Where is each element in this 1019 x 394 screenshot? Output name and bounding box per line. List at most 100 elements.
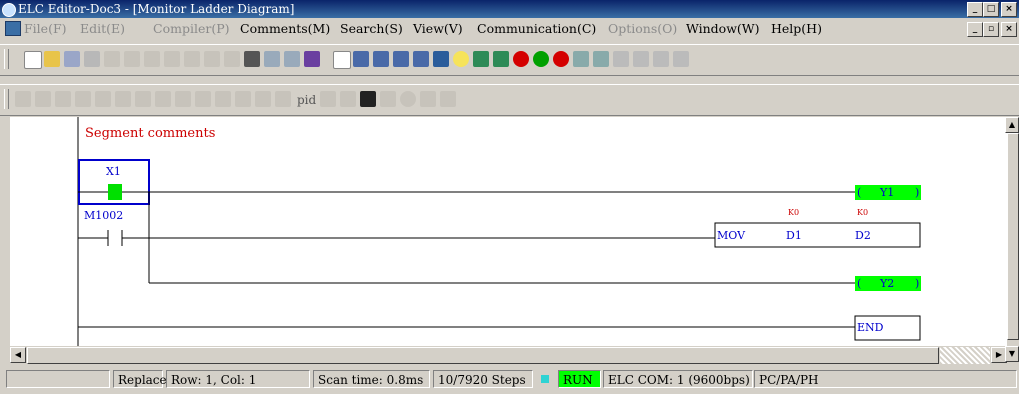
f7-coil-icon[interactable] xyxy=(135,91,151,107)
clipboard-icon[interactable] xyxy=(224,51,240,67)
waveform-icon[interactable] xyxy=(340,91,356,107)
doc-close-button[interactable]: × xyxy=(1001,22,1017,37)
mov-instruction-box[interactable] xyxy=(714,222,921,248)
find-icon[interactable] xyxy=(244,51,260,67)
chart-icon[interactable] xyxy=(420,91,436,107)
save-icon[interactable] xyxy=(64,51,80,67)
toolbar-grip[interactable] xyxy=(4,49,9,69)
block-icon[interactable] xyxy=(360,91,376,107)
model-status: PC/PA/PH xyxy=(754,370,1017,388)
force-icon[interactable] xyxy=(653,51,669,67)
menu-options[interactable]: Options(O) xyxy=(608,21,677,36)
settings-icon[interactable] xyxy=(673,51,689,67)
doc-minimize-button[interactable]: _ xyxy=(967,22,983,37)
sfc-mode-icon[interactable] xyxy=(393,51,409,67)
label-icon[interactable] xyxy=(275,91,291,107)
ladder-toolbar: pid xyxy=(0,84,1019,116)
monitor-stop-icon[interactable] xyxy=(593,51,609,67)
y1-close-paren: ) xyxy=(915,186,919,199)
segment-comment: Segment comments xyxy=(85,126,215,141)
download-icon[interactable] xyxy=(493,51,509,67)
x1-contact[interactable] xyxy=(108,184,122,200)
status-empty-panel xyxy=(6,370,110,388)
scroll-down-icon[interactable]: ▼ xyxy=(1005,346,1019,362)
zoom-out-icon[interactable] xyxy=(284,51,300,67)
run-icon[interactable] xyxy=(533,51,549,67)
cycle-icon[interactable] xyxy=(400,91,416,107)
instruction-mode-icon[interactable] xyxy=(373,51,389,67)
menu-view[interactable]: View(V) xyxy=(413,21,463,36)
undo-icon[interactable] xyxy=(104,51,120,67)
open-icon[interactable] xyxy=(44,51,60,67)
window-title: ELC Editor-Doc3 - [Monitor Ladder Diagra… xyxy=(18,2,295,16)
doc-restore-button[interactable]: ▫ xyxy=(983,22,999,37)
steps-status: 10/7920 Steps xyxy=(433,370,533,388)
menu-help[interactable]: Help(H) xyxy=(771,21,822,36)
pid-button[interactable]: pid xyxy=(297,93,316,107)
f8-line-icon[interactable] xyxy=(155,91,171,107)
document-icon[interactable] xyxy=(5,21,21,36)
percent-icon[interactable] xyxy=(380,91,396,107)
ladder-mode-icon[interactable] xyxy=(353,51,369,67)
new-icon[interactable] xyxy=(24,51,42,69)
f12-icon[interactable] xyxy=(235,91,251,107)
print-icon[interactable] xyxy=(84,51,100,67)
vertical-scroll-thumb[interactable] xyxy=(1007,133,1019,340)
f10-icon[interactable] xyxy=(195,91,211,107)
device-monitor-icon[interactable] xyxy=(413,51,429,67)
menu-file[interactable]: File(F) xyxy=(24,21,67,36)
f4-contact-icon[interactable] xyxy=(75,91,91,107)
contact-icon[interactable] xyxy=(613,51,629,67)
f11-icon[interactable] xyxy=(215,91,231,107)
menu-edit[interactable]: Edit(E) xyxy=(80,21,125,36)
f9-line-icon[interactable] xyxy=(175,91,191,107)
menu-window[interactable]: Window(W) xyxy=(686,21,760,36)
x1-label: X1 xyxy=(106,165,121,178)
mov-label: MOV xyxy=(717,229,746,242)
constant-icon[interactable] xyxy=(320,91,336,107)
ladder-diagram-canvas[interactable]: Segment comments X1 ( Y1 ) M1002 K0 K0 M… xyxy=(10,117,1007,346)
io-icon[interactable] xyxy=(333,51,351,69)
f2-contact-icon[interactable] xyxy=(35,91,51,107)
io-config-icon[interactable] xyxy=(440,91,456,107)
f5-contact-icon[interactable] xyxy=(95,91,111,107)
maximize-button[interactable]: □ xyxy=(983,2,999,17)
delete-icon[interactable] xyxy=(144,51,160,67)
menu-search[interactable]: Search(S) xyxy=(340,21,403,36)
vertical-scrollbar[interactable]: ▲ ▼ xyxy=(1005,117,1019,364)
title-bar: ELC Editor-Doc3 - [Monitor Ladder Diagra… xyxy=(0,0,1019,18)
stop-icon[interactable] xyxy=(553,51,569,67)
cod-icon[interactable] xyxy=(255,91,271,107)
scroll-left-icon[interactable]: ◀ xyxy=(10,347,26,363)
status-bar: Replace Row: 1, Col: 1 Scan time: 0.8ms … xyxy=(0,366,1019,394)
horizontal-scroll-thumb[interactable] xyxy=(27,347,939,364)
horizontal-scrollbar[interactable]: ◀ ▶ xyxy=(10,346,1007,364)
f1-contact-icon[interactable] xyxy=(15,91,31,107)
monitor-start-icon[interactable] xyxy=(573,51,589,67)
cut-icon[interactable] xyxy=(164,51,180,67)
table-icon[interactable] xyxy=(433,51,449,67)
menu-communication[interactable]: Communication(C) xyxy=(477,21,596,36)
book-icon[interactable] xyxy=(304,51,320,67)
paste-icon[interactable] xyxy=(204,51,220,67)
run-status-badge: RUN xyxy=(558,370,601,388)
comment-icon[interactable] xyxy=(453,51,469,67)
close-button[interactable]: × xyxy=(1001,2,1017,17)
m1002-label: M1002 xyxy=(84,209,123,222)
minimize-button[interactable]: _ xyxy=(967,2,983,17)
redo-icon[interactable] xyxy=(124,51,140,67)
f3-contact-icon[interactable] xyxy=(55,91,71,107)
upload-icon[interactable] xyxy=(473,51,489,67)
toolbar-grip-2[interactable] xyxy=(4,89,9,109)
y1-label: Y1 xyxy=(879,186,894,199)
copy-icon[interactable] xyxy=(184,51,200,67)
f6-contact-icon[interactable] xyxy=(115,91,131,107)
zoom-in-icon[interactable] xyxy=(264,51,280,67)
menu-comments[interactable]: Comments(M) xyxy=(240,21,330,36)
online-icon[interactable] xyxy=(513,51,529,67)
cursor-position-status: Row: 1, Col: 1 xyxy=(166,370,310,388)
horizontal-scroll-track[interactable] xyxy=(940,347,990,364)
coil-icon[interactable] xyxy=(633,51,649,67)
scroll-up-icon[interactable]: ▲ xyxy=(1005,117,1019,133)
menu-compiler[interactable]: Compiler(P) xyxy=(153,21,229,36)
